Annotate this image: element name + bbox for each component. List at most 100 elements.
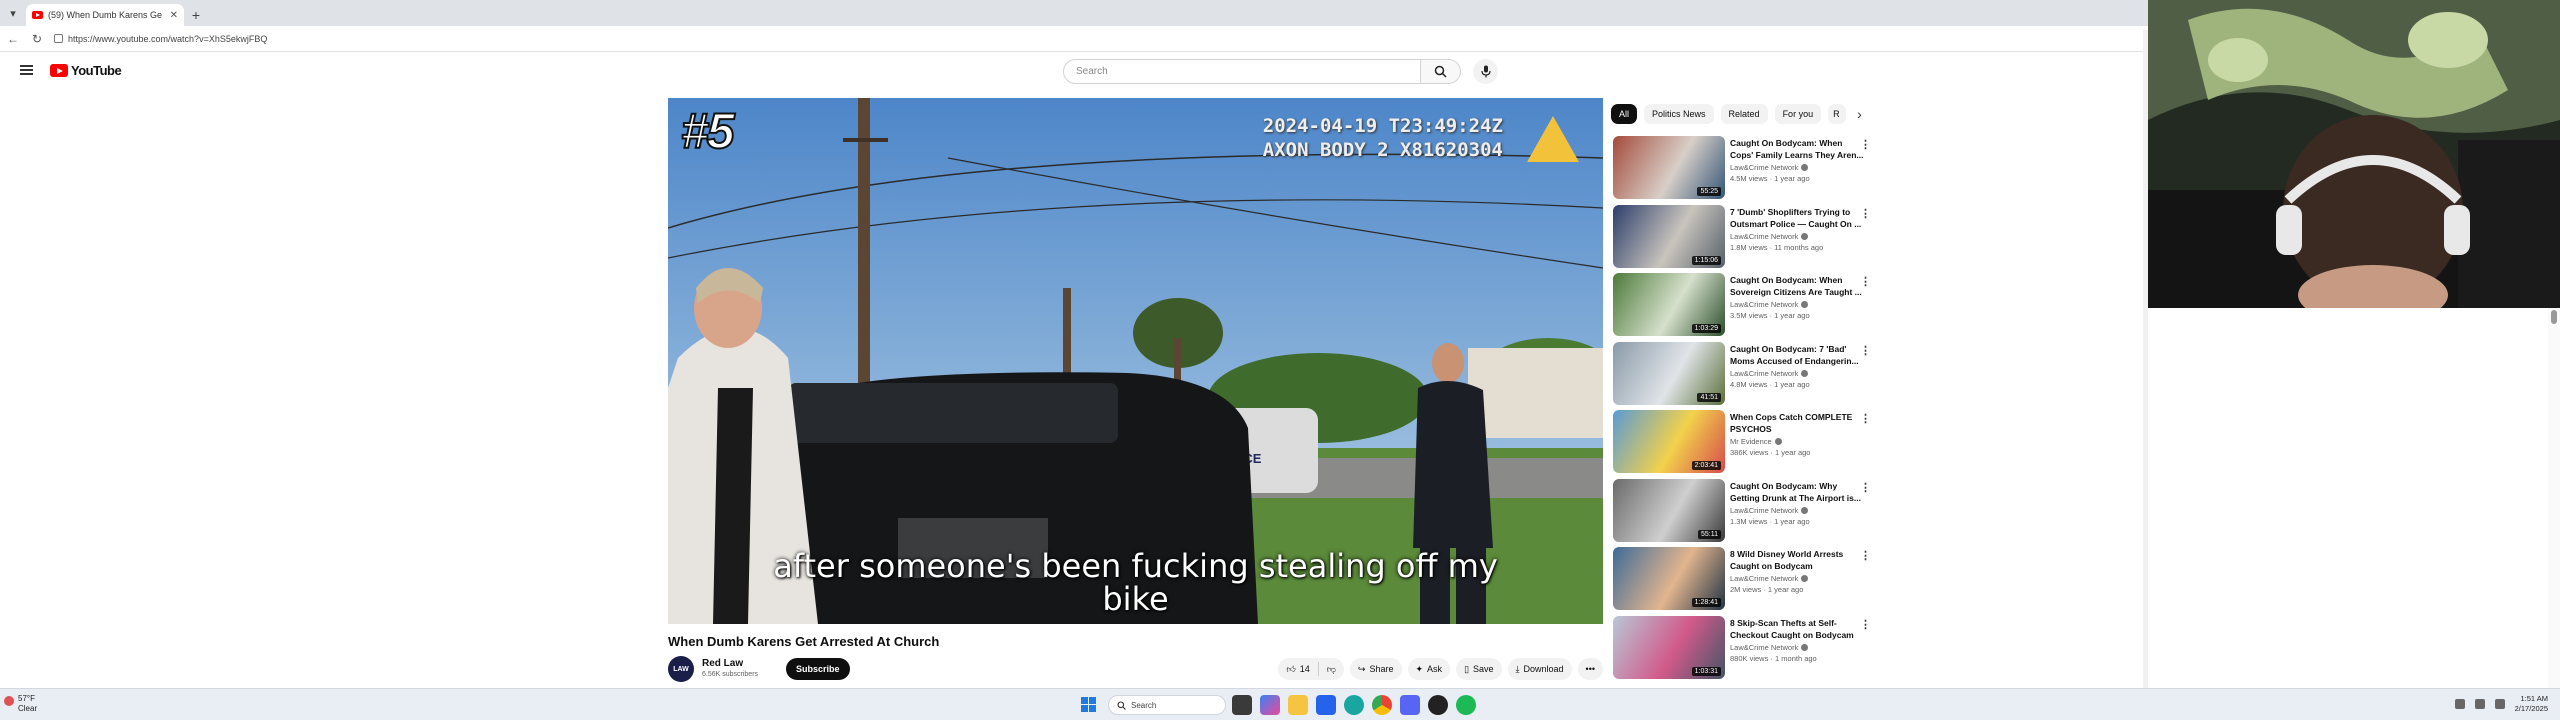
site-info-icon[interactable]: [54, 34, 63, 43]
video-channel[interactable]: Mr Evidence: [1730, 437, 1866, 446]
discord-icon[interactable]: [1400, 695, 1420, 715]
video-thumbnail[interactable]: 2:03:41: [1613, 410, 1725, 473]
weather-widget[interactable]: 57°F Clear: [4, 694, 37, 714]
video-channel[interactable]: Law&Crime Network: [1730, 574, 1866, 583]
recommendation-item[interactable]: 1:15:06 7 'Dumb' Shoplifters Trying to Ou…: [1613, 204, 1873, 269]
video-channel[interactable]: Law&Crime Network: [1730, 300, 1866, 309]
chip-related[interactable]: Related: [1720, 104, 1768, 124]
channel-avatar[interactable]: LAW: [668, 656, 694, 682]
recommendation-item[interactable]: 55:11 Caught On Bodycam: Why Getting Drun…: [1613, 478, 1873, 543]
channel-name[interactable]: Red Law: [702, 658, 743, 669]
video-meta: 4.8M views · 1 year ago: [1730, 379, 1810, 389]
search-input[interactable]: [1063, 59, 1421, 84]
verified-badge-icon: [1801, 164, 1809, 171]
video-thumbnail[interactable]: 55:11: [1613, 478, 1725, 542]
windows-start-icon[interactable]: [1081, 697, 1096, 712]
volume-icon[interactable]: [2494, 699, 2505, 709]
video-title[interactable]: 7 'Dumb' Shoplifters Trying to Outsmart …: [1730, 206, 1866, 230]
more-options-icon[interactable]: ⋮: [1860, 412, 1871, 425]
save-button[interactable]: ▯ Save: [1456, 658, 1502, 680]
video-duration: 55:25: [1697, 187, 1721, 196]
video-thumbnail[interactable]: 1:03:31: [1613, 615, 1725, 679]
video-channel[interactable]: Law&Crime Network: [1730, 506, 1866, 515]
video-thumbnail[interactable]: 1:03:29: [1613, 273, 1725, 336]
menu-icon[interactable]: [20, 65, 33, 75]
more-options-icon[interactable]: ⋮: [1860, 344, 1871, 357]
video-title[interactable]: 8 Wild Disney World Arrests Caught on Bo…: [1730, 548, 1866, 572]
recommendation-item[interactable]: 55:25 Caught On Bodycam: When Cops' Famil…: [1613, 136, 1873, 200]
video-channel[interactable]: Law&Crime Network: [1730, 232, 1866, 241]
chrome-browser-icon[interactable]: [1372, 695, 1392, 715]
video-meta: 4.5M views · 1 year ago: [1730, 174, 1810, 183]
dislike-icon[interactable]: 👎︎: [1327, 664, 1336, 675]
chip-truncated[interactable]: R: [1828, 104, 1847, 124]
recommendation-item[interactable]: 1:03:29 Caught On Bodycam: When Sovereign…: [1613, 273, 1873, 337]
file-explorer-icon[interactable]: [1288, 695, 1308, 715]
chip-for-you[interactable]: For you: [1774, 104, 1822, 124]
store-icon[interactable]: [1316, 695, 1336, 715]
video-channel[interactable]: Law&Crime Network: [1730, 163, 1866, 172]
video-channel[interactable]: Law&Crime Network: [1730, 369, 1866, 378]
video-thumbnail[interactable]: 1:28:41: [1613, 547, 1725, 610]
video-title[interactable]: Caught On Bodycam: 7 'Bad' Moms Accused …: [1730, 343, 1866, 367]
copilot-icon[interactable]: [1260, 695, 1280, 715]
browser-tab[interactable]: (59) When Dumb Karens Ge ✕: [26, 4, 184, 26]
video-title[interactable]: Caught On Bodycam: Why Getting Drunk at …: [1730, 480, 1866, 504]
video-title[interactable]: When Cops Catch COMPLETE PSYCHOS: [1730, 411, 1866, 435]
recommendation-item[interactable]: 1:03:31 8 Skip-Scan Thefts at Self-Checko…: [1613, 615, 1873, 680]
more-options-icon[interactable]: ⋮: [1860, 138, 1871, 151]
url-field[interactable]: https://www.youtube.com/watch?v=XhS5ekwj…: [54, 34, 267, 44]
ask-button[interactable]: ✦ Ask: [1407, 658, 1451, 680]
video-actions: 👍︎ 14 👎︎ ↪ Share ✦ Ask ▯ Save ⤓ Download…: [1278, 658, 1603, 680]
video-title[interactable]: Caught On Bodycam: When Sovereign Citize…: [1730, 274, 1866, 298]
video-title[interactable]: 8 Skip-Scan Thefts at Self-Checkout Caug…: [1730, 617, 1866, 641]
weather-temp: 57°F: [18, 694, 35, 703]
video-player[interactable]: POLICE #5 2024-04-19 T23:49:24Z AXON BOD…: [668, 98, 1603, 624]
obs-icon[interactable]: [1428, 695, 1448, 715]
secondary-scrollbar[interactable]: [2548, 308, 2560, 688]
subscribe-button[interactable]: Subscribe: [786, 658, 850, 680]
video-duration: 41:51: [1697, 392, 1721, 402]
chip-politics-news[interactable]: Politics News: [1644, 104, 1714, 124]
close-tab-icon[interactable]: ✕: [170, 10, 178, 21]
video-meta: 880K views · 1 month ago: [1730, 653, 1817, 663]
like-icon[interactable]: 👍︎: [1286, 664, 1295, 675]
search-button[interactable]: [1421, 59, 1461, 84]
taskbar-clock[interactable]: 1:51 AM 2/17/2025: [2515, 694, 2548, 714]
chip-all[interactable]: All: [1611, 104, 1638, 124]
video-channel[interactable]: Law&Crime Network: [1730, 643, 1866, 652]
url-text: https://www.youtube.com/watch?v=XhS5ekwj…: [68, 33, 268, 44]
page-scrollbar[interactable]: [2143, 30, 2148, 690]
youtube-logo[interactable]: YouTube: [50, 63, 122, 78]
tab-list-dropdown-icon[interactable]: ▾: [0, 0, 26, 26]
recommendation-item[interactable]: 41:51 Caught On Bodycam: 7 'Bad' Moms Acc…: [1613, 341, 1873, 406]
new-tab-icon[interactable]: +: [184, 4, 208, 26]
recommendation-item[interactable]: 1:28:41 8 Wild Disney World Arrests Caugh…: [1613, 547, 1873, 611]
more-options-icon[interactable]: ⋮: [1860, 275, 1871, 288]
scrollbar-thumb[interactable]: [2551, 310, 2557, 324]
spotify-icon[interactable]: [1456, 695, 1476, 715]
channel-name: Mr Evidence: [1730, 437, 1772, 446]
edge-browser-icon[interactable]: [1344, 695, 1364, 715]
share-button[interactable]: ↪ Share: [1349, 658, 1402, 680]
chevron-right-icon[interactable]: ›: [1857, 106, 1862, 122]
more-options-icon[interactable]: ⋮: [1860, 207, 1871, 220]
more-options-icon[interactable]: ⋮: [1860, 481, 1871, 494]
refresh-icon[interactable]: ↻: [30, 32, 44, 46]
download-button[interactable]: ⤓ Download: [1507, 658, 1572, 680]
video-thumbnail[interactable]: 41:51: [1613, 341, 1725, 405]
taskbar-search[interactable]: Search: [1108, 695, 1226, 715]
voice-search-button[interactable]: [1473, 59, 1498, 84]
more-actions-button[interactable]: •••: [1577, 658, 1603, 680]
recommendation-item[interactable]: 2:03:41 When Cops Catch COMPLETE PSYCHOS M…: [1613, 410, 1873, 474]
back-icon[interactable]: ←: [6, 32, 20, 46]
video-thumbnail[interactable]: 1:15:06: [1613, 204, 1725, 268]
video-title[interactable]: Caught On Bodycam: When Cops' Family Lea…: [1730, 137, 1866, 161]
video-thumbnail[interactable]: 55:25: [1613, 136, 1725, 199]
task-view-icon[interactable]: [1232, 695, 1252, 715]
more-options-icon[interactable]: ⋮: [1860, 618, 1871, 631]
video-duration: 2:03:41: [1691, 461, 1721, 470]
more-options-icon[interactable]: ⋮: [1860, 549, 1871, 562]
network-icon[interactable]: [2474, 699, 2485, 709]
tray-chevron-icon[interactable]: [2454, 699, 2465, 709]
